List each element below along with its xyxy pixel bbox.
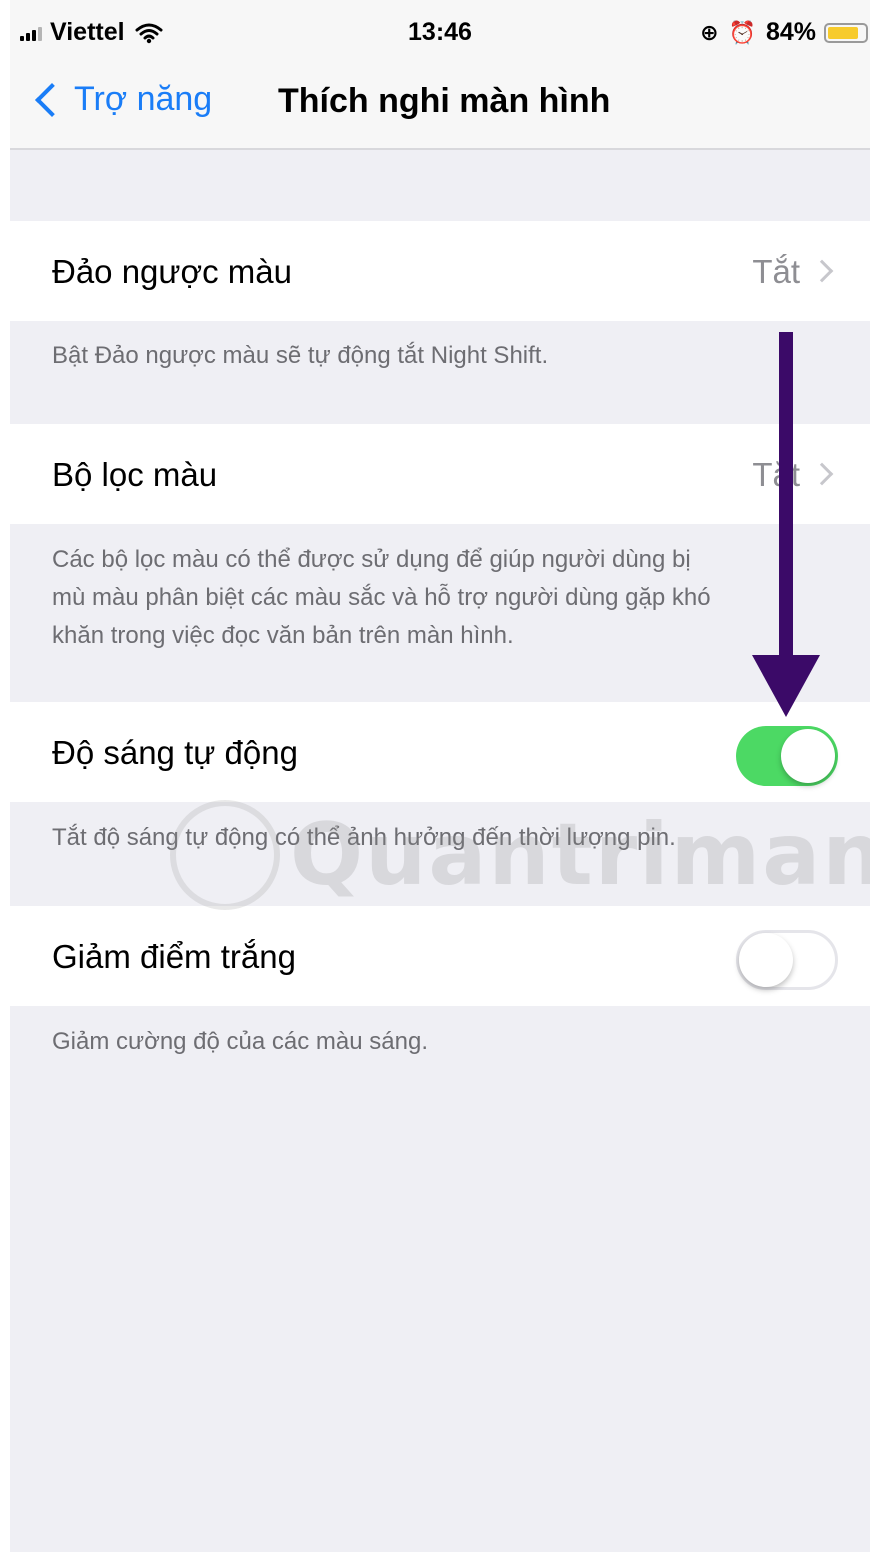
battery-fill	[828, 26, 858, 39]
back-label: Trợ năng	[74, 80, 213, 118]
footer-line: mù màu phân biệt các màu sắc và hỗ trợ n…	[52, 584, 711, 611]
chevron-right-icon	[810, 259, 834, 283]
annotation-arrow-shaft	[779, 332, 793, 662]
auto-brightness-row: Độ sáng tự động	[10, 702, 870, 802]
auto-brightness-toggle[interactable]	[736, 726, 838, 786]
navigation-bar: Trợ năng Thích nghi màn hình	[10, 66, 870, 150]
toggle-knob	[781, 729, 835, 783]
reduce-white-point-row: Giảm điểm trắng	[10, 906, 870, 1006]
invert-colors-value: Tắt	[752, 253, 800, 290]
footer-line: khăn trong việc đọc văn bản trên màn hìn…	[52, 622, 514, 649]
footer-line: Các bộ lọc màu có thể được sử dụng để gi…	[52, 546, 691, 573]
orientation-lock-icon: ⊕	[700, 19, 719, 45]
annotation-arrow-head	[752, 655, 820, 717]
color-filters-row[interactable]: Bộ lọc màu Tắt	[10, 424, 870, 524]
invert-colors-row[interactable]: Đảo ngược màu Tắt	[10, 221, 870, 321]
alarm-icon: ⏰	[728, 19, 756, 45]
toggle-knob	[739, 933, 793, 987]
chevron-left-icon	[35, 82, 69, 117]
battery-percent: 84%	[765, 18, 816, 46]
chevron-right-icon	[810, 462, 834, 486]
status-right: ⊕ ⏰ 84%	[700, 18, 868, 47]
reduce-white-point-label: Giảm điểm trắng	[52, 938, 296, 975]
color-filters-label: Bộ lọc màu	[52, 456, 218, 493]
auto-brightness-label: Độ sáng tự động	[52, 734, 298, 771]
accessibility-display-screen: Viettel 13:46 ⊕ ⏰ 84% Trợ năng Thích ngh…	[10, 0, 870, 1552]
reduce-white-point-toggle[interactable]	[736, 930, 838, 990]
reduce-white-point-footer: Giảm cường độ của các màu sáng.	[52, 1028, 428, 1055]
color-filters-footer: Các bộ lọc màu có thể được sử dụng để gi…	[52, 541, 840, 655]
auto-brightness-footer: Tắt độ sáng tự động có thể ảnh hưởng đến…	[52, 824, 676, 851]
invert-colors-footer: Bật Đảo ngược màu sẽ tự động tắt Night S…	[52, 342, 549, 369]
battery-icon	[824, 22, 868, 43]
invert-colors-label: Đảo ngược màu	[52, 253, 293, 290]
back-button[interactable]: Trợ năng	[32, 80, 212, 119]
page-title: Thích nghi màn hình	[278, 82, 611, 120]
status-bar: Viettel 13:46 ⊕ ⏰ 84%	[10, 0, 870, 66]
